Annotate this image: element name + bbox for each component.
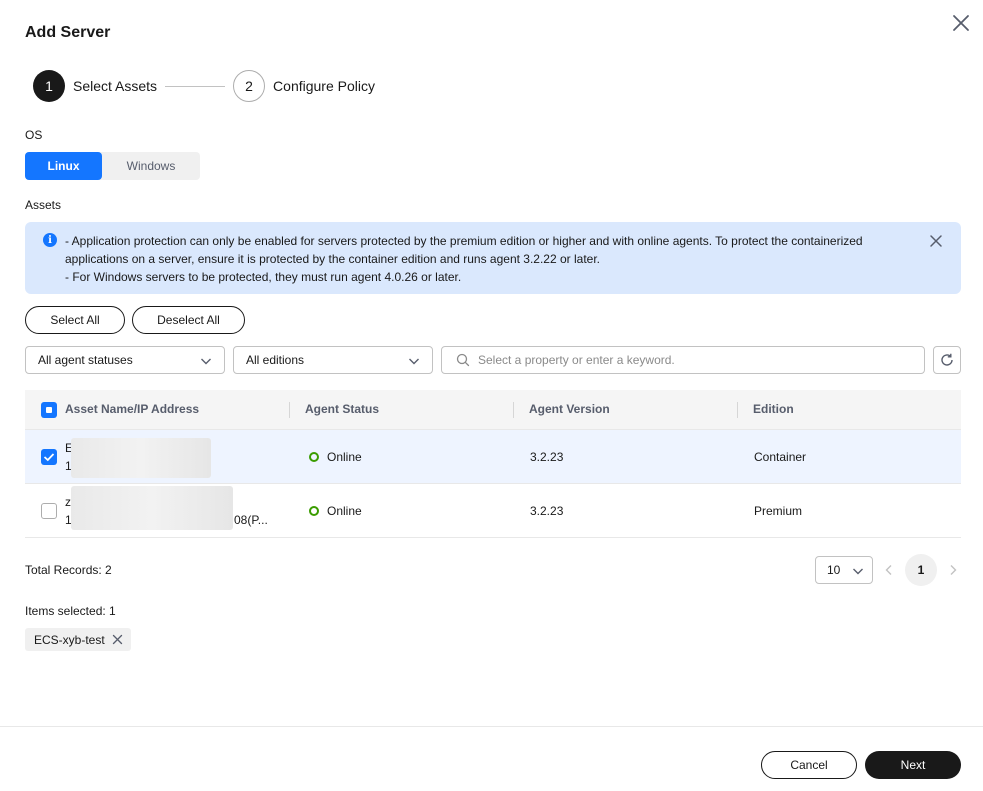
- assets-label: Assets: [25, 198, 62, 212]
- row-checkbox[interactable]: [41, 449, 57, 465]
- select-all-checkbox[interactable]: [41, 402, 57, 418]
- page-size-select[interactable]: 10: [815, 556, 873, 584]
- column-divider: [513, 402, 514, 418]
- items-selected: Items selected: 1: [25, 604, 116, 618]
- redacted-block: [71, 438, 211, 478]
- next-page-button[interactable]: [945, 562, 961, 578]
- chevron-right-icon: [950, 565, 957, 575]
- selected-tag: ECS-xyb-test: [25, 628, 131, 651]
- close-icon: [953, 15, 969, 31]
- selected-tag-label: ECS-xyb-test: [34, 632, 105, 647]
- chevron-down-icon: [201, 358, 211, 365]
- search-box: [441, 346, 925, 374]
- close-icon: [112, 634, 122, 645]
- deselect-all-button[interactable]: Deselect All: [132, 306, 245, 334]
- edition-cell: Premium: [754, 504, 803, 518]
- column-header-asset-name[interactable]: Asset Name/IP Address: [65, 402, 199, 416]
- chevron-down-icon: [409, 358, 419, 365]
- next-button[interactable]: Next: [865, 751, 961, 779]
- assets-table: Asset Name/IP Address Agent Status Agent…: [25, 390, 961, 538]
- alert-line-1: - Application protection can only be ena…: [65, 234, 863, 266]
- chevron-down-icon: [853, 568, 863, 575]
- os-option-windows[interactable]: Windows: [102, 152, 200, 180]
- column-divider: [737, 402, 738, 418]
- os-label: OS: [25, 128, 43, 142]
- os-option-linux[interactable]: Linux: [25, 152, 102, 180]
- close-icon: [930, 235, 942, 247]
- agent-version-cell: 3.2.23: [530, 450, 564, 464]
- chevron-left-icon: [885, 565, 892, 575]
- alert-text: - Application protection can only be ena…: [65, 232, 895, 286]
- footer-divider: [0, 726, 983, 727]
- alert-close-button[interactable]: [928, 233, 944, 249]
- dialog-title: Add Server: [25, 24, 111, 41]
- page-number[interactable]: 1: [905, 554, 937, 586]
- info-alert: i - Application protection can only be e…: [25, 222, 961, 294]
- step-indicator: 1 Select Assets 2 Configure Policy: [33, 70, 375, 102]
- total-records: Total Records: 2: [25, 563, 112, 577]
- search-input[interactable]: [478, 353, 898, 367]
- alert-line-2: - For Windows servers to be protected, t…: [65, 270, 462, 284]
- search-icon: [456, 353, 470, 367]
- step-1-number: 1: [33, 70, 65, 102]
- row-checkbox[interactable]: [41, 503, 57, 519]
- agent-version-cell: 3.2.23: [530, 504, 564, 518]
- os-switch: Linux Windows: [25, 152, 200, 180]
- table-header: Asset Name/IP Address Agent Status Agent…: [25, 390, 961, 430]
- online-status-icon: [309, 452, 319, 462]
- refresh-button[interactable]: [933, 346, 961, 374]
- column-header-agent-version[interactable]: Agent Version: [529, 402, 610, 416]
- online-status-icon: [309, 506, 319, 516]
- agent-status-value: All agent statuses: [38, 353, 133, 367]
- info-icon: i: [43, 233, 57, 247]
- select-all-button[interactable]: Select All: [25, 306, 125, 334]
- agent-status-cell: Online: [309, 450, 362, 464]
- page-size-value: 10: [827, 563, 841, 577]
- column-divider: [289, 402, 290, 418]
- step-connector: [165, 85, 226, 87]
- edition-value: All editions: [246, 353, 305, 367]
- step-2-number: 2: [233, 70, 266, 102]
- check-icon: [43, 453, 55, 462]
- edition-select[interactable]: All editions: [233, 346, 433, 374]
- edition-cell: Container: [754, 450, 807, 464]
- column-header-edition[interactable]: Edition: [753, 402, 794, 416]
- column-header-agent-status[interactable]: Agent Status: [305, 402, 379, 416]
- step-2-label: Configure Policy: [273, 78, 375, 94]
- agent-status-cell: Online: [309, 504, 362, 518]
- table-row[interactable]: z 1 08(P... Online 3.2.23 Premium: [25, 484, 961, 538]
- table-row[interactable]: E 1 Online 3.2.23 Container: [25, 430, 961, 484]
- prev-page-button[interactable]: [881, 562, 897, 578]
- refresh-icon: [941, 353, 953, 366]
- agent-status-select[interactable]: All agent statuses: [25, 346, 225, 374]
- close-button[interactable]: [949, 11, 973, 35]
- remove-tag-button[interactable]: [112, 634, 123, 645]
- asset-ip-suffix: 08(P...: [234, 513, 268, 527]
- redacted-block: [71, 486, 233, 530]
- step-1-label: Select Assets: [73, 78, 158, 94]
- cancel-button[interactable]: Cancel: [761, 751, 857, 779]
